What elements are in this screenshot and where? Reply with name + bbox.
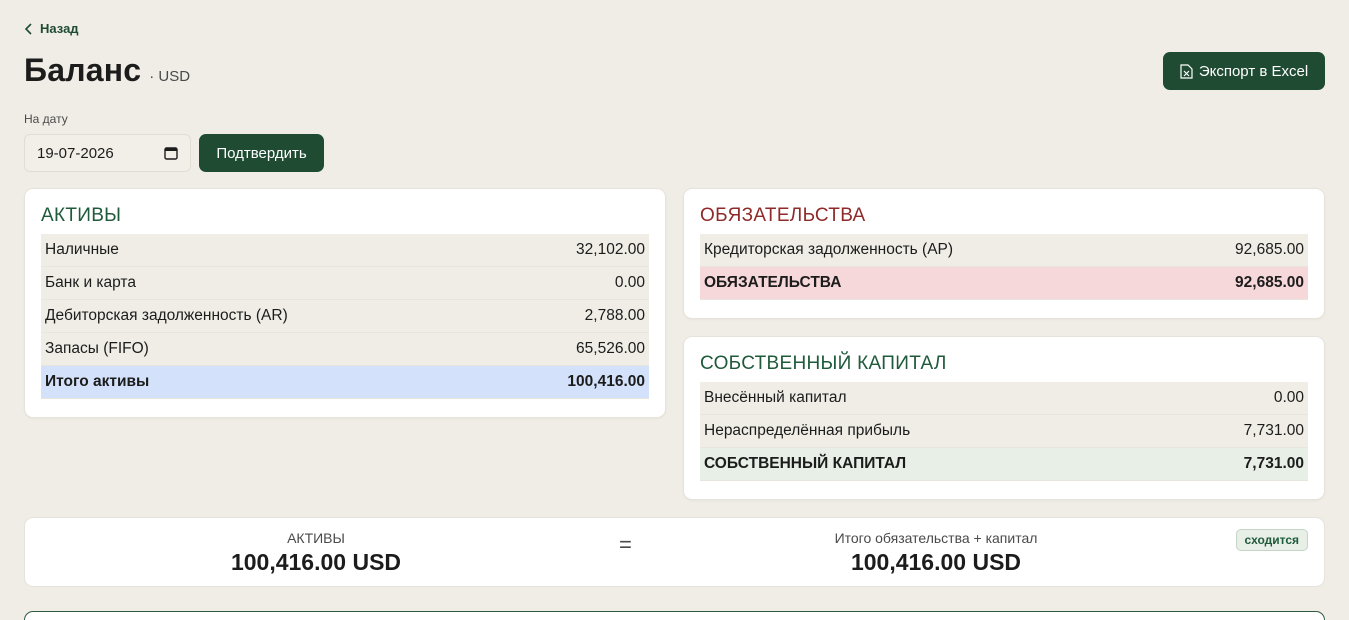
summary-assets-label: АКТИВЫ: [287, 530, 345, 546]
page-header: Баланс · USD: [24, 52, 190, 89]
row-label: Запасы (FIFO): [45, 340, 149, 357]
assets-total-row: Итого активы 100,416.00: [41, 366, 649, 399]
row-value: 0.00: [1273, 389, 1304, 406]
row-label: Дебиторская задолженность (AR): [45, 307, 288, 324]
status-badge: сходится: [1235, 529, 1308, 551]
table-row: Банк и карта 0.00: [41, 267, 649, 300]
page-title: Баланс: [24, 52, 142, 88]
equals-sign: =: [619, 532, 632, 557]
total-value: 100,416.00: [567, 373, 645, 390]
liabilities-card: ОБЯЗАТЕЛЬСТВА Кредиторская задолженность…: [683, 188, 1325, 319]
row-value: 2,788.00: [584, 307, 645, 324]
confirm-button[interactable]: Подтвердить: [199, 134, 324, 172]
row-label: Внесённый капитал: [704, 389, 847, 406]
summary-assets: АКТИВЫ 100,416.00 USD: [216, 530, 416, 576]
date-input[interactable]: 19-07-2026: [24, 134, 191, 172]
row-value: 0.00: [614, 274, 645, 291]
liabilities-title: ОБЯЗАТЕЛЬСТВА: [700, 205, 866, 226]
row-value: 92,685.00: [1235, 241, 1304, 258]
total-label: ОБЯЗАТЕЛЬСТВА: [704, 274, 842, 291]
export-label: Экспорт в Excel: [1198, 62, 1309, 80]
row-label: Наличные: [45, 241, 119, 258]
assets-card: АКТИВЫ Наличные 32,102.00 Банк и карта 0…: [24, 188, 666, 418]
table-row: Наличные 32,102.00: [41, 234, 649, 267]
row-label: Кредиторская задолженность (AP): [704, 241, 954, 258]
excel-file-icon: [1180, 63, 1193, 79]
balance-summary: АКТИВЫ 100,416.00 USD = Итого обязательс…: [24, 517, 1325, 587]
row-value: 32,102.00: [576, 241, 645, 258]
chevron-left-icon: [24, 22, 32, 35]
equity-title: СОБСТВЕННЫЙ КАПИТАЛ: [700, 353, 947, 374]
total-value: 92,685.00: [1235, 274, 1304, 291]
back-link[interactable]: Назад: [24, 21, 79, 36]
back-label: Назад: [40, 21, 79, 36]
currency-label: · USD: [149, 68, 191, 85]
row-label: Банк и карта: [45, 274, 136, 291]
table-row: Внесённый капитал 0.00: [700, 382, 1308, 415]
summary-liabilities-equity: Итого обязательства + капитал 100,416.00…: [786, 530, 1086, 576]
table-row: Нераспределённая прибыль 7,731.00: [700, 415, 1308, 448]
summary-right-value: 100,416.00 USD: [850, 549, 1022, 575]
calendar-icon[interactable]: [164, 146, 178, 160]
row-value: 7,731.00: [1243, 422, 1304, 439]
date-value: 19-07-2026: [37, 144, 114, 162]
summary-right-label: Итого обязательства + капитал: [834, 530, 1038, 546]
total-label: СОБСТВЕННЫЙ КАПИТАЛ: [704, 455, 907, 472]
equity-table: Внесённый капитал 0.00 Нераспределённая …: [700, 382, 1308, 481]
row-label: Нераспределённая прибыль: [704, 422, 911, 439]
row-value: 65,526.00: [576, 340, 645, 357]
export-excel-button[interactable]: Экспорт в Excel: [1163, 52, 1325, 90]
total-label: Итого активы: [45, 373, 150, 390]
assets-table: Наличные 32,102.00 Банк и карта 0.00 Деб…: [41, 234, 649, 399]
next-section-card: [24, 611, 1325, 620]
equity-card: СОБСТВЕННЫЙ КАПИТАЛ Внесённый капитал 0.…: [683, 336, 1325, 500]
summary-assets-value: 100,416.00 USD: [230, 549, 402, 575]
date-label: На дату: [24, 112, 68, 126]
table-row: Кредиторская задолженность (AP) 92,685.0…: [700, 234, 1308, 267]
liabilities-total-row: ОБЯЗАТЕЛЬСТВА 92,685.00: [700, 267, 1308, 300]
table-row: Дебиторская задолженность (AR) 2,788.00: [41, 300, 649, 333]
total-value: 7,731.00: [1243, 455, 1304, 472]
equity-total-row: СОБСТВЕННЫЙ КАПИТАЛ 7,731.00: [700, 448, 1308, 481]
liabilities-table: Кредиторская задолженность (AP) 92,685.0…: [700, 234, 1308, 300]
assets-title: АКТИВЫ: [41, 205, 122, 226]
table-row: Запасы (FIFO) 65,526.00: [41, 333, 649, 366]
